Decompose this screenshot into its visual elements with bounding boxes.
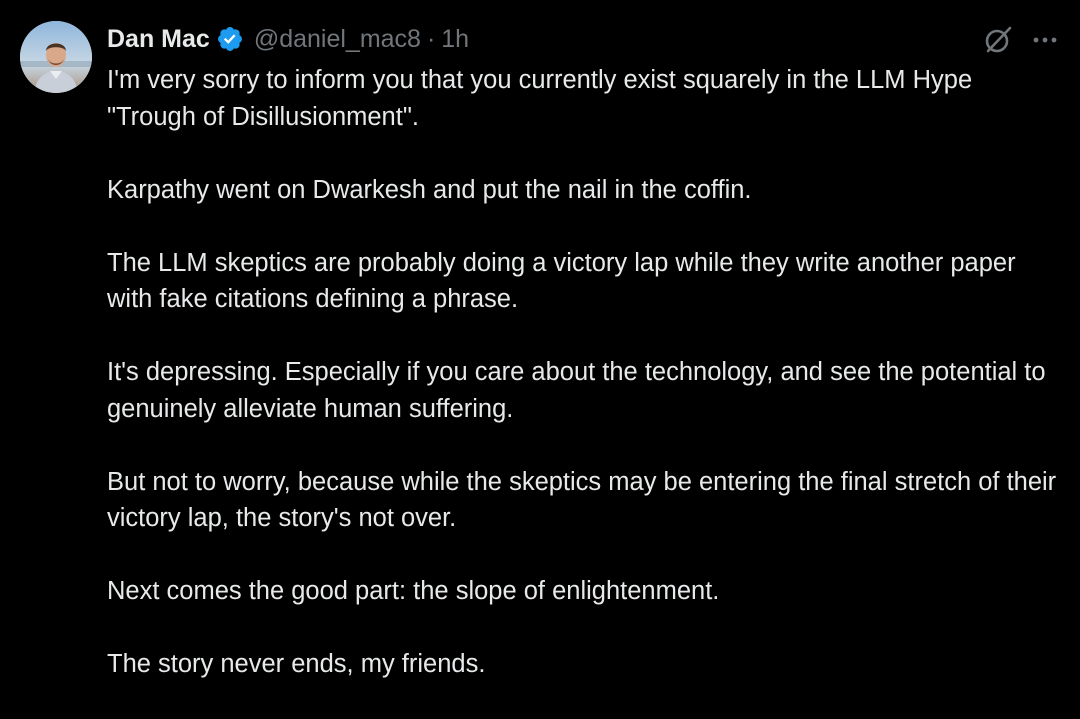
post-text: I'm very sorry to inform you that you cu…	[107, 62, 1057, 719]
post-paragraph: It's depressing. Especially if you care …	[107, 358, 1046, 423]
avatar[interactable]	[20, 21, 92, 93]
header-separator: ·	[426, 24, 436, 53]
avatar-photo	[20, 21, 92, 93]
tweet: Dan Mac @daniel_mac8 · 1h I'm very sorry…	[0, 0, 1080, 697]
post-actions	[982, 22, 1060, 58]
post-header: Dan Mac @daniel_mac8 · 1h	[107, 22, 469, 56]
post-paragraph: The story never ends, my friends.	[107, 650, 486, 678]
post-paragraph: The LLM skeptics are probably doing a vi…	[107, 248, 1016, 314]
author-handle[interactable]: @daniel_mac8	[254, 25, 421, 54]
verified-badge-icon[interactable]	[216, 25, 244, 53]
author-display-name[interactable]: Dan Mac	[107, 25, 210, 54]
more-options-icon[interactable]	[1030, 25, 1060, 55]
post-paragraph: Karpathy went on Dwarkesh and put the na…	[107, 175, 752, 204]
grok-icon[interactable]	[982, 24, 1014, 56]
post-timestamp[interactable]: 1h	[441, 25, 469, 54]
post-paragraph: But not to worry, because while the skep…	[107, 467, 1057, 533]
post-paragraph: Next comes the good part: the slope of e…	[107, 577, 720, 605]
post-paragraph: I'm very sorry to inform you that you cu…	[107, 66, 973, 131]
